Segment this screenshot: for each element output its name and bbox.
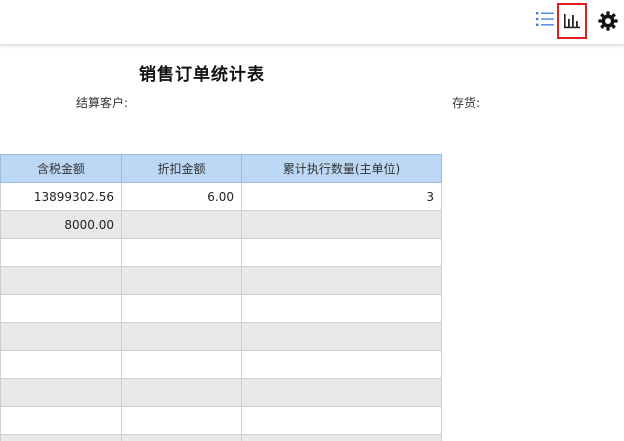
table-row[interactable] (0, 294, 442, 323)
table-cell[interactable] (241, 266, 442, 295)
table-cell[interactable] (241, 294, 442, 323)
table-cell[interactable]: 8000.00 (0, 210, 122, 239)
column-header-discount-amount[interactable]: 折扣金额 (121, 154, 242, 183)
table-row[interactable] (0, 322, 442, 351)
table-cell[interactable] (241, 350, 442, 379)
table-row[interactable] (0, 378, 442, 407)
table-cell[interactable] (121, 294, 242, 323)
table-row[interactable] (0, 238, 442, 267)
customer-filter-label: 结算客户: (76, 96, 129, 110)
table-cell[interactable] (121, 322, 242, 351)
table-cell[interactable]: 13899302.56 (0, 182, 122, 211)
data-grid: 含税金额 折扣金额 累计执行数量(主单位) 13899302.56 6.00 3… (0, 154, 442, 441)
table-cell[interactable] (0, 266, 122, 295)
table-cell[interactable] (121, 434, 242, 441)
table-row[interactable]: 8000.00 (0, 210, 442, 239)
report-page: 销售订单统计表 结算客户: 存货: 含税金额 折扣金额 累计执行数量(主单位) … (0, 0, 624, 441)
table-row[interactable] (0, 350, 442, 379)
table-cell[interactable] (241, 406, 442, 435)
header-row: 含税金额 折扣金额 累计执行数量(主单位) (0, 154, 442, 183)
list-view-button[interactable] (534, 8, 556, 30)
table-cell[interactable] (121, 406, 242, 435)
table-cell[interactable] (0, 434, 122, 441)
table-row[interactable] (0, 266, 442, 295)
settings-button[interactable] (596, 9, 620, 33)
gear-icon (598, 11, 618, 31)
chart-view-button[interactable] (557, 3, 587, 39)
table-cell[interactable] (121, 210, 242, 239)
table-cell[interactable] (241, 322, 442, 351)
table-cell[interactable] (241, 378, 442, 407)
table-cell[interactable] (0, 406, 122, 435)
table-cell[interactable] (121, 238, 242, 267)
table-cell[interactable] (0, 322, 122, 351)
column-header-cumulative-quantity[interactable]: 累计执行数量(主单位) (241, 154, 442, 183)
inventory-filter-label: 存货: (452, 96, 481, 110)
table-row[interactable] (0, 434, 442, 441)
table-cell[interactable] (0, 378, 122, 407)
table-row[interactable] (0, 406, 442, 435)
table-cell[interactable] (241, 210, 442, 239)
table-cell[interactable] (241, 434, 442, 441)
bar-chart-icon (564, 14, 580, 29)
column-header-tax-inclusive-amount[interactable]: 含税金额 (0, 154, 122, 183)
table-cell[interactable] (0, 294, 122, 323)
table-cell[interactable] (121, 266, 242, 295)
table-cell[interactable]: 3 (241, 182, 442, 211)
top-toolbar (0, 0, 624, 45)
table-row[interactable]: 13899302.56 6.00 3 (0, 182, 442, 211)
table-cell[interactable] (121, 350, 242, 379)
list-icon (536, 12, 554, 26)
table-cell[interactable] (0, 238, 122, 267)
table-cell[interactable]: 6.00 (121, 182, 242, 211)
table-cell[interactable] (0, 350, 122, 379)
table-cell[interactable] (121, 378, 242, 407)
table-cell[interactable] (241, 238, 442, 267)
report-title: 销售订单统计表 (139, 65, 265, 85)
